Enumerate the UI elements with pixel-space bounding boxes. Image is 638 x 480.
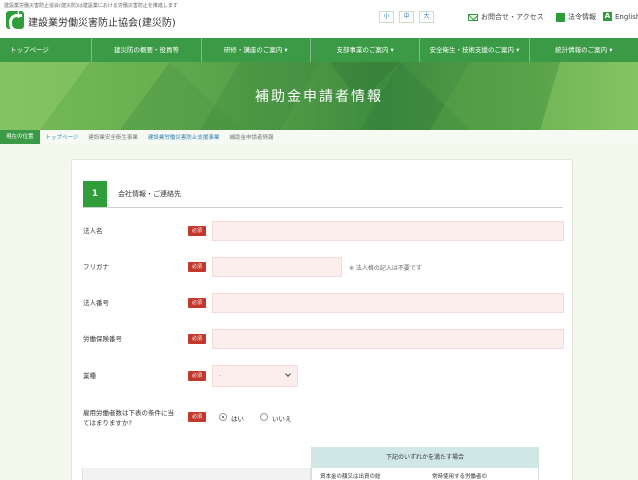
nav-item-top[interactable]: トップページ <box>0 38 93 62</box>
main-nav: トップページ 建災防の概要・役員等 研修・講座のご案内 ▾ 支部事業のご案内 ▾… <box>0 38 638 62</box>
english-link-label: English <box>615 12 638 21</box>
disclosure-link[interactable]: 法令情報 <box>556 12 596 22</box>
conditions-table-heading: 下記のいずれかを満たす場合 <box>311 447 539 468</box>
site-header: 建設業労働災害防止協会(建災防)は建設業における労働災害防止を推進します 建設業… <box>0 0 638 38</box>
insurance-number-input[interactable] <box>212 329 564 349</box>
conditions-cell-capital: 資本金の額又は出資の総 <box>320 474 381 480</box>
font-size-medium-button[interactable]: 中 <box>399 11 414 23</box>
font-size-small-button[interactable]: 小 <box>379 11 394 23</box>
industry-select-value: - <box>219 372 222 379</box>
step-title: 会社情報・ご連絡先 <box>118 190 181 198</box>
org-name[interactable]: 建設業労働災害防止協会(建災防) <box>28 14 176 29</box>
nav-item-branch[interactable]: 支部事業のご案内 ▾ <box>311 38 421 62</box>
required-badge: 必須 <box>188 226 206 236</box>
nav-item-safety[interactable]: 安全衛生・技術支援のご案内 ▾ <box>420 38 530 62</box>
conditions-table-left-cell <box>82 468 311 480</box>
industry-select[interactable]: - <box>212 365 298 387</box>
furigana-label: フリガナ <box>83 263 109 271</box>
condition-question-label-line1: 雇用労働者数は下表の条件に当 <box>83 409 174 417</box>
radio-no-label[interactable]: いいえ <box>272 413 292 423</box>
company-name-label: 法人名 <box>83 227 103 235</box>
industry-label: 業種 <box>83 372 96 380</box>
condition-question-label-line2: てはまりますか? <box>83 419 132 427</box>
furigana-input[interactable] <box>212 257 342 277</box>
nav-item-statistics[interactable]: 統計情報のご案内 ▾ <box>530 38 638 62</box>
insurance-number-label: 労働保険番号 <box>83 335 122 343</box>
nav-item-training[interactable]: 研修・講座のご案内 ▾ <box>202 38 311 62</box>
mail-icon <box>468 13 478 21</box>
radio-no[interactable] <box>260 413 268 421</box>
company-name-input[interactable] <box>212 221 564 241</box>
step-header: 1 会社情報・ご連絡先 <box>83 181 563 208</box>
step-number: 1 <box>83 181 107 207</box>
required-badge: 必須 <box>188 262 206 272</box>
required-badge: 必須 <box>188 412 206 422</box>
english-icon: A <box>603 12 612 21</box>
document-icon <box>556 12 565 22</box>
nav-item-about[interactable]: 建災防の概要・役員等 <box>92 38 202 62</box>
font-size-large-button[interactable]: 大 <box>419 11 434 23</box>
english-link[interactable]: A English <box>603 12 638 21</box>
conditions-table-body: 資本金の額又は出資の総 常時使用する労働者の <box>311 468 539 480</box>
conditions-cell-workers: 常時使用する労働者の <box>432 474 488 480</box>
required-badge: 必須 <box>188 334 206 344</box>
breadcrumb-item-business[interactable]: 建設業安全衛生事業 <box>88 133 138 141</box>
breadcrumb-current-label: 現在の位置 <box>0 130 40 144</box>
required-badge: 必須 <box>188 298 206 308</box>
hero-banner: 補助金申請者情報 <box>0 62 638 130</box>
breadcrumb-item-support[interactable]: 建設業労働災害防止支援事業 <box>148 133 220 141</box>
corporate-number-input[interactable] <box>212 293 564 313</box>
breadcrumb-item-current: 補助金申請者情報 <box>229 135 274 141</box>
header-tagline: 建設業労働災害防止協会(建災防)は建設業における労働災害防止を推進します <box>4 3 178 9</box>
chevron-down-icon <box>285 371 291 377</box>
required-badge: 必須 <box>188 371 206 381</box>
furigana-note: ※ 法人格の記入は不要です <box>349 265 422 272</box>
form-card: 1 会社情報・ご連絡先 法人名 必須 フリガナ 必須 ※ 法人格の記入は不要です… <box>71 159 573 480</box>
page-title: 補助金申請者情報 <box>255 89 383 105</box>
radio-yes[interactable] <box>219 413 227 421</box>
contact-link[interactable]: お問合せ・アクセス <box>468 12 544 22</box>
logo-icon[interactable] <box>6 8 24 32</box>
disclosure-link-label: 法令情報 <box>568 13 596 21</box>
corporate-number-label: 法人番号 <box>83 299 109 307</box>
contact-link-label: お問合せ・アクセス <box>481 13 544 21</box>
breadcrumb: 現在の位置 トップページ 建設業安全衛生事業 建設業労働災害防止支援事業 補助金… <box>0 130 638 144</box>
breadcrumb-item-top[interactable]: トップページ <box>46 133 79 141</box>
radio-yes-label[interactable]: はい <box>231 413 244 423</box>
